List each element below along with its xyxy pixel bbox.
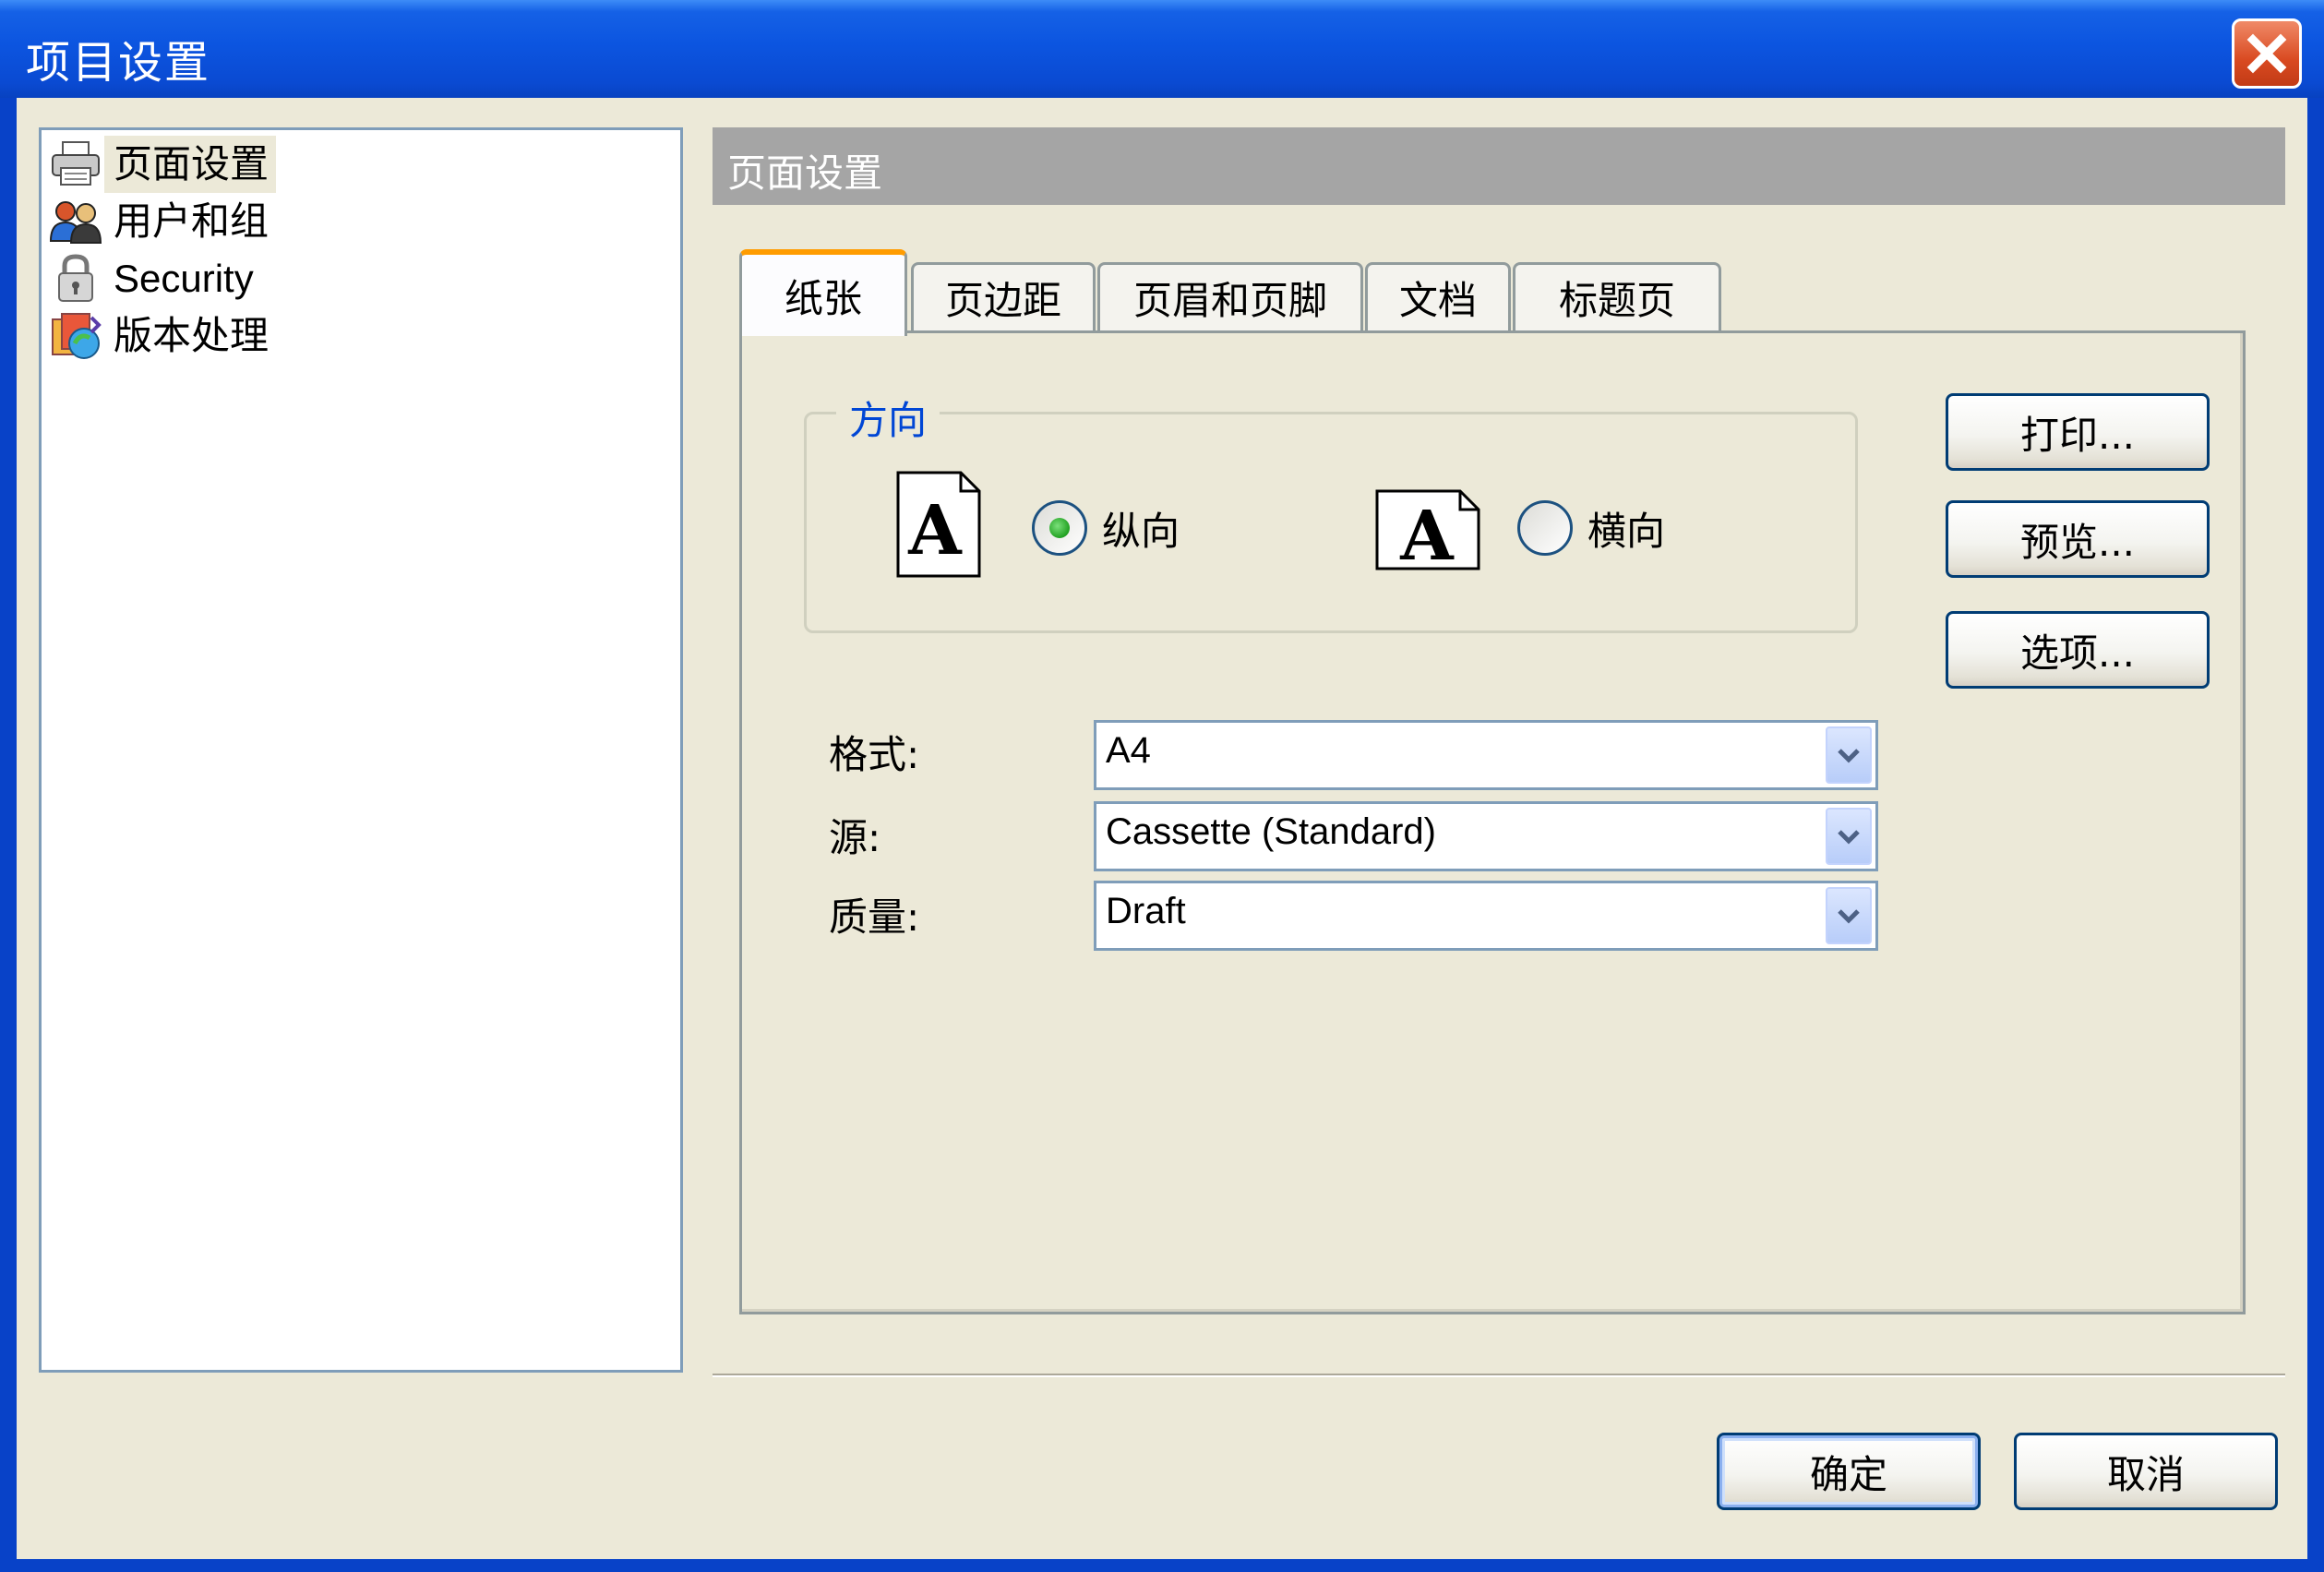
tab-document[interactable]: 文档 xyxy=(1365,262,1511,330)
users-icon xyxy=(47,193,104,250)
quality-select[interactable]: Draft xyxy=(1094,881,1878,951)
version-icon xyxy=(47,307,104,365)
format-value: A4 xyxy=(1106,730,1151,771)
landscape-radio[interactable] xyxy=(1517,500,1573,556)
print-button[interactable]: 打印... xyxy=(1946,393,2210,471)
tree-item-label: Security xyxy=(114,257,254,300)
panel-header: 页面设置 xyxy=(713,127,2285,205)
orientation-group-title: 方向 xyxy=(836,390,940,446)
source-value: Cassette (Standard) xyxy=(1106,811,1436,852)
format-select[interactable]: A4 xyxy=(1094,720,1878,790)
tree-item-version-handling[interactable]: 版本处理 xyxy=(47,307,276,365)
tree-item-users-groups[interactable]: 用户和组 xyxy=(47,193,276,250)
ok-button[interactable]: 确定 xyxy=(1717,1433,1981,1510)
tab-label: 页边距 xyxy=(944,278,1061,323)
svg-text:A: A xyxy=(1399,497,1455,570)
footer-separator xyxy=(713,1374,2285,1377)
tree-item-page-setup[interactable]: 页面设置 xyxy=(47,136,277,193)
tab-label: 文档 xyxy=(1398,278,1477,323)
tab-header-footer[interactable]: 页眉和页脚 xyxy=(1097,262,1363,330)
ok-button-label: 确定 xyxy=(1809,1451,1887,1497)
lock-icon xyxy=(47,250,104,307)
source-select[interactable]: Cassette (Standard) xyxy=(1094,801,1878,871)
format-label: 格式: xyxy=(829,732,920,777)
portrait-label: 纵向 xyxy=(1102,509,1180,554)
landscape-label: 横向 xyxy=(1587,509,1666,554)
tree-item-security[interactable]: Security xyxy=(47,250,261,307)
title-bar[interactable]: 项目设置 xyxy=(0,0,2324,98)
svg-text:A: A xyxy=(907,491,963,570)
portrait-page-icon: A xyxy=(896,471,981,578)
chevron-down-icon xyxy=(1838,830,1860,845)
source-label: 源: xyxy=(829,815,881,860)
tab-label: 页眉和页脚 xyxy=(1132,278,1327,323)
cancel-button[interactable]: 取消 xyxy=(2014,1433,2278,1510)
preview-button-label: 预览... xyxy=(2019,519,2136,565)
dropdown-button[interactable] xyxy=(1826,726,1872,784)
category-tree[interactable]: 页面设置 用户和组 Security 版本处理 xyxy=(39,127,683,1373)
printer-icon xyxy=(47,136,104,193)
tree-item-label: 版本处理 xyxy=(114,313,270,358)
chevron-down-icon xyxy=(1838,749,1860,763)
dialog-client: 页面设置 用户和组 Security 版本处理 页面设置 纸张 页边距 页眉和页… xyxy=(17,98,2307,1559)
print-button-label: 打印... xyxy=(2019,412,2136,458)
preview-button[interactable]: 预览... xyxy=(1946,500,2210,578)
window-title: 项目设置 xyxy=(26,37,211,89)
tab-title-page[interactable]: 标题页 xyxy=(1513,262,1721,330)
chevron-down-icon xyxy=(1838,909,1860,924)
tab-paper[interactable]: 纸张 xyxy=(739,249,907,336)
panel-header-title: 页面设置 xyxy=(727,150,883,196)
dropdown-button[interactable] xyxy=(1826,887,1872,944)
radio-selected-dot xyxy=(1049,518,1070,538)
options-button[interactable]: 选项... xyxy=(1946,611,2210,689)
close-icon xyxy=(2246,33,2287,74)
options-button-label: 选项... xyxy=(2019,630,2136,676)
tree-item-label: 页面设置 xyxy=(104,136,277,193)
close-button[interactable] xyxy=(2232,18,2302,89)
tab-margins[interactable]: 页边距 xyxy=(911,262,1096,330)
portrait-radio[interactable] xyxy=(1032,500,1087,556)
quality-value: Draft xyxy=(1106,891,1186,931)
dropdown-button[interactable] xyxy=(1826,808,1872,865)
landscape-page-icon: A xyxy=(1375,489,1480,570)
tree-item-label: 用户和组 xyxy=(114,198,270,244)
dialog-window: 项目设置 页面设置 用户和组 Security 版本处理 页面设置 纸张 页边距… xyxy=(0,0,2324,1572)
quality-label: 质量: xyxy=(829,894,920,940)
cancel-button-label: 取消 xyxy=(2106,1451,2185,1497)
tab-label: 标题页 xyxy=(1558,278,1675,323)
tab-label: 纸张 xyxy=(784,275,862,321)
